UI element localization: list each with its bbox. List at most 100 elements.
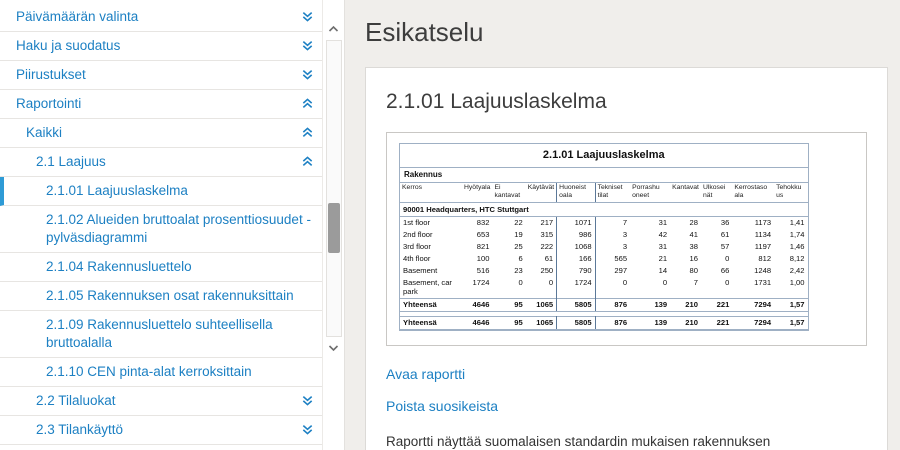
sidebar-item[interactable]: Raportointi — [0, 90, 322, 119]
report-data-row: Basement5162325079029714806612482,42 — [400, 265, 808, 277]
sidebar-item[interactable]: 2.1.10 CEN pinta-alat kerroksittain — [0, 358, 322, 387]
double-chevron-down-icon[interactable] — [301, 10, 314, 23]
sidebar-item[interactable]: 2.1.09 Rakennusluettelo suhteellisella b… — [0, 311, 322, 358]
report-cell: 1068 — [557, 241, 595, 253]
report-row-label: 3rd floor — [400, 241, 462, 253]
report-cell: 1134 — [732, 229, 774, 241]
sidebar-item[interactable]: 2.1.05 Rakennuksen osat rakennuksittain — [0, 282, 322, 311]
report-cell: 5805 — [557, 298, 595, 311]
report-column-header: Ulkosei nät — [701, 183, 732, 202]
report-description: Raportti näyttää suomalaisen standardin … — [386, 432, 867, 450]
report-cell: 2,42 — [774, 265, 807, 277]
sidebar-item[interactable]: 2.1.04 Rakennusluettelo — [0, 253, 322, 282]
report-cell: 986 — [557, 229, 595, 241]
report-cell: 139 — [630, 316, 670, 329]
report-cell: 217 — [526, 216, 557, 229]
report-cell: 6 — [492, 253, 525, 265]
report-cell: 1065 — [526, 298, 557, 311]
sidebar-item-label: Kaikki — [26, 124, 293, 142]
scroll-down-button[interactable] — [323, 339, 344, 357]
sidebar-scrollbar[interactable] — [322, 0, 345, 450]
report-cell: 41 — [670, 229, 701, 241]
report-cell: 25 — [492, 241, 525, 253]
report-cell: 315 — [526, 229, 557, 241]
report-row-label: Basement, car park — [400, 277, 462, 299]
report-group-label: 90001 Headquarters, HTC Stuttgart — [400, 202, 808, 216]
report-cell: 36 — [701, 216, 732, 229]
report-cell: 821 — [462, 241, 492, 253]
report-column-header: Kerrostaso ala — [732, 183, 774, 202]
page-title: Esikatselu — [365, 17, 888, 48]
report-cell: 7294 — [732, 316, 774, 329]
sidebar-item[interactable]: 2.4 Henkilöt — [0, 445, 322, 450]
sidebar-item-label: Haku ja suodatus — [16, 37, 293, 55]
report-row-label: 2nd floor — [400, 229, 462, 241]
double-chevron-down-icon[interactable] — [301, 39, 314, 52]
double-chevron-down-icon[interactable] — [301, 423, 314, 436]
report-total-row: Yhteensä4646951065580587613921022172941,… — [400, 298, 808, 311]
report-column-header: Kantavat — [670, 183, 701, 202]
sidebar-item-label: 2.1.01 Laajuuslaskelma — [46, 182, 314, 200]
sidebar-item[interactable]: 2.1.02 Alueiden bruttoalat prosenttiosuu… — [0, 206, 322, 253]
double-chevron-up-icon[interactable] — [301, 126, 314, 139]
sidebar-item-label: 2.1.10 CEN pinta-alat kerroksittain — [46, 363, 314, 381]
chevron-up-icon — [328, 25, 339, 33]
sidebar-item-selected[interactable]: 2.1.01 Laajuuslaskelma — [0, 177, 322, 206]
report-column-header: Tehokku us — [774, 183, 807, 202]
sidebar: Päivämäärän valinta Haku ja suodatus Piiru… — [0, 0, 322, 450]
sidebar-item[interactable]: Päivämäärän valinta — [0, 3, 322, 32]
sidebar-item[interactable]: Kaikki — [0, 119, 322, 148]
double-chevron-down-icon[interactable] — [301, 68, 314, 81]
report-cell: 139 — [630, 298, 670, 311]
report-cell: 57 — [701, 241, 732, 253]
scrollbar-thumb[interactable] — [328, 203, 340, 253]
report-data-row: 3rd floor821252221068331385711971,46 — [400, 241, 808, 253]
card-title: 2.1.01 Laajuuslaskelma — [386, 90, 867, 114]
report-cell: 221 — [701, 298, 732, 311]
report-cell: 1071 — [557, 216, 595, 229]
sidebar-item-label: 2.1.09 Rakennusluettelo suhteellisella b… — [46, 316, 314, 352]
report-cell: 250 — [526, 265, 557, 277]
open-report-link[interactable]: Avaa raportti — [386, 366, 465, 382]
sidebar-item[interactable]: Piirustukset — [0, 61, 322, 90]
sidebar-item-label: 2.2 Tilaluokat — [36, 392, 293, 410]
double-chevron-down-icon[interactable] — [301, 394, 314, 407]
sidebar-nav: Päivämäärän valinta Haku ja suodatus Piiru… — [0, 0, 322, 450]
report-cell: 0 — [701, 253, 732, 265]
report-cell: 3 — [595, 229, 630, 241]
report-cell: 876 — [595, 298, 630, 311]
report-cell: 23 — [492, 265, 525, 277]
main-content: Esikatselu 2.1.01 Laajuuslaskelma 2.1.01… — [345, 0, 900, 450]
report-cell: 166 — [557, 253, 595, 265]
double-chevron-up-icon[interactable] — [301, 97, 314, 110]
report-cell: 95 — [492, 298, 525, 311]
report-cell: 22 — [492, 216, 525, 229]
report-cell: 1731 — [732, 277, 774, 299]
remove-favorite-link[interactable]: Poista suosikeista — [386, 398, 498, 414]
report-column-header: Ei kantavat — [492, 183, 525, 202]
report-cell: 31 — [630, 241, 670, 253]
double-chevron-up-icon[interactable] — [301, 155, 314, 168]
scrollbar-track[interactable] — [326, 40, 342, 337]
report-cell: 832 — [462, 216, 492, 229]
sidebar-item[interactable]: Haku ja suodatus — [0, 32, 322, 61]
report-cell: 42 — [630, 229, 670, 241]
report-cell: 5805 — [557, 316, 595, 329]
scroll-up-button[interactable] — [323, 20, 344, 38]
report-cell: 812 — [732, 253, 774, 265]
report-header-row: KerrosHyötyalaEi kantavatKäytävätHuoneis… — [400, 183, 808, 202]
report-data-row: 4th floor100661166565211608128,12 — [400, 253, 808, 265]
sidebar-item[interactable]: 2.2 Tilaluokat — [0, 387, 322, 416]
report-group-row: 90001 Headquarters, HTC Stuttgart — [400, 202, 808, 216]
sidebar-item-label: 2.1.02 Alueiden bruttoalat prosenttiosuu… — [46, 211, 314, 247]
report-cell: 1,00 — [774, 277, 807, 299]
report-preview-pane: 2.1.01 Laajuuslaskelma Rakennus KerrosHy… — [386, 132, 867, 346]
report-column-header: Kerros — [400, 183, 462, 202]
report-cell: 0 — [701, 277, 732, 299]
report-column-header: Käytävät — [526, 183, 557, 202]
app-window: Päivämäärän valinta Haku ja suodatus Piiru… — [0, 0, 900, 450]
sidebar-item-label: 2.3 Tilankäyttö — [36, 421, 293, 439]
sidebar-item[interactable]: 2.1 Laajuus — [0, 148, 322, 177]
report-row-label: 4th floor — [400, 253, 462, 265]
sidebar-item[interactable]: 2.3 Tilankäyttö — [0, 416, 322, 445]
